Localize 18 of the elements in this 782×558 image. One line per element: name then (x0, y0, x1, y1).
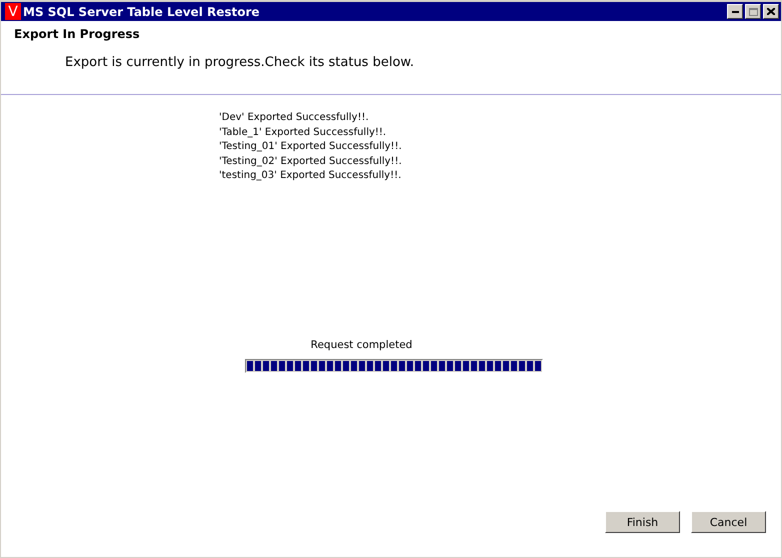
log-line: 'Testing_01' Exported Successfully!!. (219, 140, 403, 154)
window-title: MS SQL Server Table Level Restore (23, 4, 261, 18)
page-title: Export In Progress (14, 27, 141, 41)
log-line: 'Table_1' Exported Successfully!!. (219, 126, 388, 140)
app-logo: V (5, 3, 21, 20)
minimize-icon (732, 10, 738, 12)
close-button[interactable] (763, 4, 779, 19)
minimize-button[interactable] (727, 4, 743, 19)
log-line: 'Dev' Exported Successfully!!. (219, 111, 370, 125)
log-line: 'Testing_02' Exported Successfully!!. (219, 154, 403, 168)
page-subtitle: Export is currently in progress.Check its status below. (65, 55, 415, 70)
cancel-button[interactable]: Cancel (691, 511, 766, 533)
progress-label: Request completed (310, 338, 412, 350)
finish-button[interactable]: Finish (605, 511, 680, 533)
maximize-icon (748, 8, 758, 16)
close-icon (767, 8, 775, 15)
maximize-button[interactable] (745, 4, 761, 19)
log-line: 'testing_03' Exported Successfully!!. (219, 169, 402, 183)
